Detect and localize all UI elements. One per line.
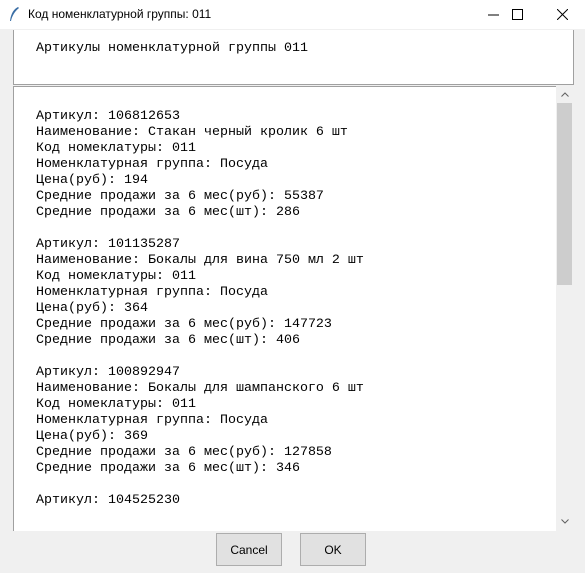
window-title: Код номенклатурной группы: 011 (28, 7, 212, 21)
text-line: Средние продажи за 6 мес(руб): 127858 (36, 445, 332, 460)
text-line: Артикул: 106812653 (36, 109, 180, 124)
header-text: Артикулы номенклатурной группы 011 (36, 41, 308, 56)
chevron-down-icon (560, 519, 569, 524)
maximize-icon (511, 9, 523, 20)
text-line: Наименование: Стакан черный кролик 6 шт (36, 125, 348, 140)
text-line: Наименование: Бокалы для шампанского 6 ш… (36, 381, 364, 396)
scrollbar-thumb[interactable] (557, 103, 572, 285)
feather-icon (10, 7, 19, 21)
text-line: Номенклатурная группа: Посуда (36, 285, 268, 300)
scroll-up-button[interactable] (556, 86, 573, 103)
text-line: Цена(руб): 364 (36, 301, 148, 316)
text-line: Цена(руб): 194 (36, 173, 148, 188)
title-bar: Код номенклатурной группы: 011 (0, 0, 585, 29)
text-line: Средние продажи за 6 мес(шт): 286 (36, 205, 300, 220)
text-line: Наименование: Бокалы для вина 750 мл 2 ш… (36, 253, 364, 268)
text-line: Код номеклатуры: 011 (36, 141, 196, 156)
text-line: Средние продажи за 6 мес(шт): 406 (36, 333, 300, 348)
close-icon (556, 9, 568, 20)
chevron-up-icon (560, 92, 569, 97)
text-line: Цена(руб): 369 (36, 429, 148, 444)
text-line: Номенклатурная группа: Посуда (36, 413, 268, 428)
text-line: Артикул: 100892947 (36, 365, 180, 380)
header-panel: Артикулы номенклатурной группы 011 (13, 30, 574, 85)
text-line (36, 221, 364, 237)
text-line: Артикул: 104525230 (36, 493, 180, 508)
text-line: Номенклатурная группа: Посуда (36, 157, 268, 172)
articles-list: Артикул: 106812653 Наименование: Стакан ч… (36, 109, 364, 509)
text-line: Код номеклатуры: 011 (36, 269, 196, 284)
text-line: Средние продажи за 6 мес(руб): 147723 (36, 317, 332, 332)
text-line (36, 349, 364, 365)
text-line (36, 477, 364, 493)
cancel-button[interactable]: Cancel (216, 533, 282, 566)
text-line: Средние продажи за 6 мес(руб): 55387 (36, 189, 324, 204)
scroll-down-button[interactable] (556, 513, 573, 530)
text-line: Код номеклатуры: 011 (36, 397, 196, 412)
articles-text-area[interactable]: Артикул: 106812653 Наименование: Стакан ч… (13, 86, 556, 531)
close-button[interactable] (539, 0, 585, 29)
vertical-scrollbar[interactable] (556, 86, 573, 530)
text-line: Артикул: 101135287 (36, 237, 180, 252)
text-line: Средние продажи за 6 мес(шт): 346 (36, 461, 300, 476)
maximize-button[interactable] (494, 0, 540, 29)
ok-button[interactable]: OK (300, 533, 366, 566)
